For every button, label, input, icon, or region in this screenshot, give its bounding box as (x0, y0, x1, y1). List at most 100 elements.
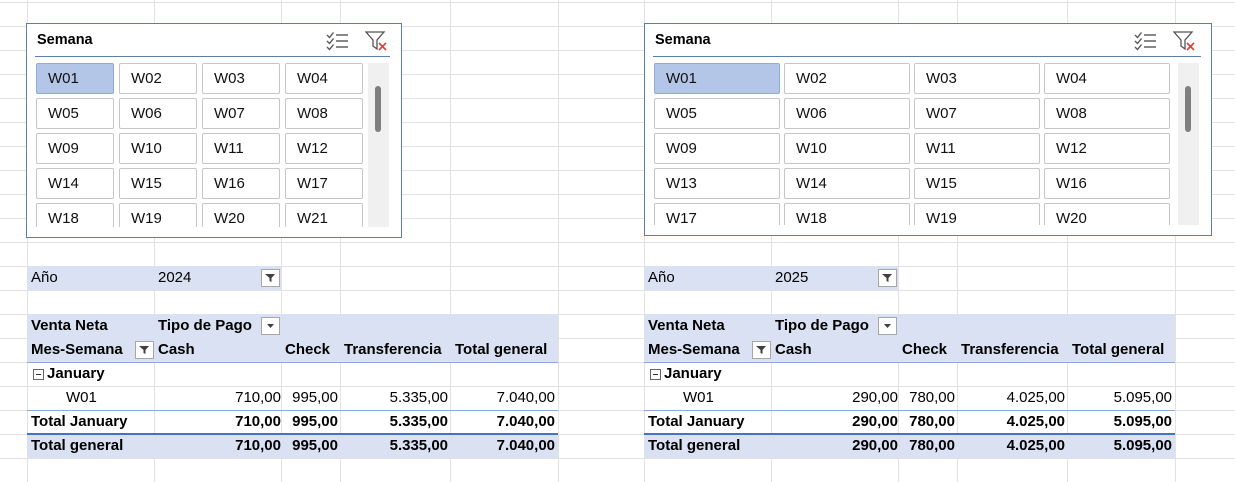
subtotal-total: 7.040,00 (496, 413, 555, 430)
slicer-item-w03[interactable]: W03 (202, 63, 280, 94)
slicer-item-w06[interactable]: W06 (119, 98, 197, 129)
slicer-semana-2024[interactable]: Semana W01 W02 W03 W04 W05 W06 W07 W08 W09 W10 W11… (26, 23, 402, 238)
column-header-transferencia: Transferencia (961, 341, 1059, 358)
value-total: 5.095,00 (1113, 389, 1172, 406)
multi-select-icon[interactable] (326, 30, 350, 52)
slicer-item-w21[interactable]: W21 (285, 203, 363, 227)
slicer-item-w02[interactable]: W02 (119, 63, 197, 94)
slicer-item-w11[interactable]: W11 (202, 133, 280, 164)
clear-filter-icon[interactable] (364, 30, 389, 52)
report-filter-band (27, 266, 281, 290)
slicer-item-w16[interactable]: W16 (1044, 168, 1170, 199)
value-transferencia: 5.335,00 (389, 389, 448, 406)
column-header-check: Check (902, 341, 948, 358)
slicer-item-w04[interactable]: W04 (285, 63, 363, 94)
slicer-items: W01 W02 W03 W04 W05 W06 W07 W08 W09 W10 W11 W12 W13 W… (654, 63, 1174, 225)
slicer-item-w17[interactable]: W17 (654, 203, 780, 225)
slicer-item-w05[interactable]: W05 (654, 98, 780, 129)
slicer-item-w19[interactable]: W19 (914, 203, 1040, 225)
slicer-scroll-thumb[interactable] (375, 86, 381, 132)
subtotal-check: 995,00 (292, 413, 338, 430)
slicer-items: W01 W02 W03 W04 W05 W06 W07 W08 W09 W10 W11 W12 W14 W… (36, 63, 364, 227)
slicer-item-w20[interactable]: W20 (1044, 203, 1170, 225)
grand-total-check: 780,00 (909, 437, 955, 454)
slicer-scrollbar[interactable] (1178, 63, 1199, 225)
slicer-item-w06[interactable]: W06 (784, 98, 910, 129)
slicer-item-w12[interactable]: W12 (1044, 133, 1170, 164)
slicer-item-w08[interactable]: W08 (1044, 98, 1170, 129)
collapse-icon[interactable] (650, 369, 661, 380)
grid-row-line (0, 2, 1235, 3)
slicer-divider (653, 56, 1201, 57)
filter-dropdown-icon[interactable] (261, 269, 280, 287)
multi-select-icon[interactable] (1134, 30, 1158, 52)
slicer-item-w12[interactable]: W12 (285, 133, 363, 164)
filter-dropdown-icon[interactable] (878, 269, 897, 287)
slicer-item-w13[interactable]: W13 (654, 168, 780, 199)
header-rule (644, 362, 1175, 363)
slicer-item-w05[interactable]: W05 (36, 98, 114, 129)
slicer-scroll-thumb[interactable] (1185, 86, 1191, 132)
slicer-item-w01[interactable]: W01 (654, 63, 780, 94)
filter-dropdown-icon[interactable] (135, 341, 154, 359)
value-transferencia: 4.025,00 (1006, 389, 1065, 406)
column-field-dropdown-icon[interactable] (261, 317, 280, 335)
grand-total-label: Total general (31, 437, 124, 454)
grid-row-line (0, 290, 1235, 291)
slicer-item-w07[interactable]: W07 (914, 98, 1040, 129)
slicer-item-w14[interactable]: W14 (784, 168, 910, 199)
grand-total-check: 995,00 (292, 437, 338, 454)
header-rule (27, 362, 558, 363)
slicer-item-w16[interactable]: W16 (202, 168, 280, 199)
row-label-w01: W01 (683, 389, 714, 406)
column-header-cash: Cash (158, 341, 195, 358)
slicer-item-w02[interactable]: W02 (784, 63, 910, 94)
clear-filter-icon[interactable] (1172, 30, 1197, 52)
report-filter-label: Año (648, 269, 675, 286)
slicer-item-w18[interactable]: W18 (36, 203, 114, 227)
slicer-item-w15[interactable]: W15 (119, 168, 197, 199)
column-header-check: Check (285, 341, 331, 358)
report-filter-label: Año (31, 269, 58, 286)
slicer-item-w09[interactable]: W09 (36, 133, 114, 164)
slicer-item-w01[interactable]: W01 (36, 63, 114, 94)
slicer-divider (35, 56, 390, 57)
slicer-item-w07[interactable]: W07 (202, 98, 280, 129)
slicer-semana-2025[interactable]: Semana W01 W02 W03 W04 W05 W06 W07 W08 W09 W10 W11… (644, 23, 1212, 236)
value-cash: 710,00 (235, 389, 281, 406)
slicer-item-w15[interactable]: W15 (914, 168, 1040, 199)
value-total: 7.040,00 (496, 389, 555, 406)
pivot-data-field: Venta Neta (648, 317, 725, 334)
slicer-item-w10[interactable]: W10 (784, 133, 910, 164)
filter-dropdown-icon[interactable] (752, 341, 771, 359)
subtotal-label: Total January (648, 413, 745, 430)
grand-total-cash: 290,00 (852, 437, 898, 454)
slicer-item-w18[interactable]: W18 (784, 203, 910, 225)
grand-total-total: 7.040,00 (496, 437, 555, 454)
column-field-dropdown-icon[interactable] (878, 317, 897, 335)
slicer-item-w09[interactable]: W09 (654, 133, 780, 164)
subtotal-transferencia: 4.025,00 (1006, 413, 1065, 430)
slicer-item-w11[interactable]: W11 (914, 133, 1040, 164)
slicer-item-w04[interactable]: W04 (1044, 63, 1170, 94)
collapse-icon[interactable] (33, 369, 44, 380)
report-filter-value: 2024 (158, 269, 192, 286)
slicer-item-w03[interactable]: W03 (914, 63, 1040, 94)
grid-row-line (0, 458, 1235, 459)
slicer-item-w10[interactable]: W10 (119, 133, 197, 164)
slicer-item-w19[interactable]: W19 (119, 203, 197, 227)
subtotal-label: Total January (31, 413, 128, 430)
pivot-data-field: Venta Neta (31, 317, 108, 334)
slicer-item-w17[interactable]: W17 (285, 168, 363, 199)
row-label-w01: W01 (66, 389, 97, 406)
grand-total-total: 5.095,00 (1113, 437, 1172, 454)
slicer-item-w20[interactable]: W20 (202, 203, 280, 227)
slicer-item-w14[interactable]: W14 (36, 168, 114, 199)
slicer-scrollbar[interactable] (368, 63, 389, 227)
slicer-item-w08[interactable]: W08 (285, 98, 363, 129)
subtotal-total: 5.095,00 (1113, 413, 1172, 430)
column-header-total-general: Total general (1072, 341, 1165, 358)
pivot-column-field: Tipo de Pago (158, 317, 252, 334)
grand-total-transferencia: 5.335,00 (389, 437, 448, 454)
value-check: 780,00 (909, 389, 955, 406)
